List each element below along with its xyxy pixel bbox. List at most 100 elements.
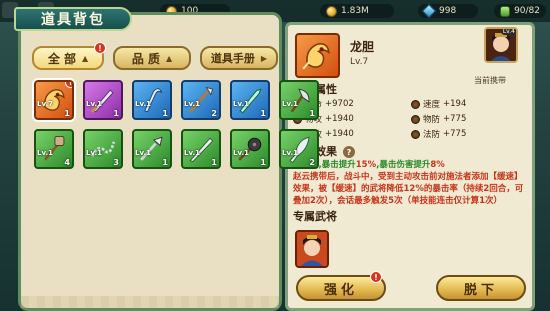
inventory-slot[interactable]: Lv.1 1 xyxy=(132,80,172,120)
attribute-icon xyxy=(411,114,420,124)
bag-icon xyxy=(500,5,511,17)
inventory-slot[interactable]: Lv.1 1 xyxy=(230,80,270,120)
inventory-slot[interactable]: Lv.7 1! xyxy=(32,78,76,122)
carrier-hero-level: Lv.4 xyxy=(500,28,516,35)
attribute-label: 物防 xyxy=(423,115,441,125)
attribute-value: +1940 xyxy=(325,114,354,124)
slot-count: 1 xyxy=(309,109,315,118)
hero-portrait-icon xyxy=(297,232,327,266)
inventory-slot[interactable]: Lv.1 1 xyxy=(230,129,270,169)
unequip-button-label: 脱下 xyxy=(463,282,498,298)
effect-crit-value: 15% xyxy=(355,160,377,170)
slot-level: Lv.1 xyxy=(135,149,151,157)
slot-count: 2 xyxy=(309,158,315,167)
slot-level: Lv.1 xyxy=(282,100,298,108)
upgrade-button[interactable]: 强化 ! xyxy=(296,271,386,301)
detail-item-icon xyxy=(295,33,340,78)
slot-level: Lv.1 xyxy=(233,149,249,157)
tab-item-manual[interactable]: 道具手册 ▶ xyxy=(200,46,278,70)
attribute-value: +775 xyxy=(443,114,467,124)
attribute-icon xyxy=(411,129,420,139)
inventory-slot[interactable]: Lv.1 3 xyxy=(83,129,123,169)
slot-level: Lv.1 xyxy=(86,149,102,157)
copper-coin-icon xyxy=(326,5,337,17)
slot-new-badge: ! xyxy=(65,82,72,88)
chevron-up-icon: ▲ xyxy=(166,53,173,63)
attribute-list: 生命+9702速度+194物攻+1940物防+775法攻+1940法防+775 xyxy=(293,98,529,140)
inventory-slot[interactable]: Lv.1 1 xyxy=(279,80,319,120)
inventory-slot[interactable]: Lv.1 2 xyxy=(279,129,319,169)
carrier-label: 当前携带 xyxy=(474,76,506,85)
item-level: Lv.7 xyxy=(350,57,369,67)
help-icon[interactable]: ? xyxy=(343,146,355,158)
inventory-slot[interactable]: Lv.1 4 xyxy=(34,129,74,169)
slot-count: 1 xyxy=(211,158,217,167)
attribute-value: +1940 xyxy=(325,129,354,139)
inventory-slot[interactable]: Lv.1 1 xyxy=(181,129,221,169)
slot-count: 4 xyxy=(64,158,70,167)
slot-count: 2 xyxy=(211,109,217,118)
slot-level: Lv.1 xyxy=(282,149,298,157)
attribute-value: +9702 xyxy=(325,99,354,109)
attribute-icon xyxy=(411,99,420,109)
effect-line-2: 赵云携带后，战斗中，受到主动攻击前对施法者添加【缓速】效果，被【缓速】的武将降低… xyxy=(293,172,524,206)
resource-2-value: 1.83M xyxy=(341,6,369,16)
item-detail-panel: 龙胆 Lv.7 Lv.4 当前携带 基础属性 生命+9702速度+194物攻+1… xyxy=(285,22,535,311)
inventory-slot[interactable]: Lv.1 1 xyxy=(132,129,172,169)
panel-title: 道具背包 xyxy=(14,7,132,31)
slot-count: 1 xyxy=(162,158,168,167)
attribute-row: 物防 +775 xyxy=(411,113,529,125)
slot-count: 1 xyxy=(260,158,266,167)
slot-count: 1 xyxy=(162,109,168,118)
filter-tabs: 全 部 ▲ ! 品 质 ▲ 道具手册 ▶ xyxy=(32,42,278,70)
tab-all-badge: ! xyxy=(94,42,106,54)
carry-effect-text: 携带后,暴击提升15%,暴击伤害提升8% 赵云携带后，战斗中，受到主动攻击前对施… xyxy=(293,159,529,207)
slot-count: 1 xyxy=(260,109,266,118)
slot-level: Lv.1 xyxy=(184,100,200,108)
carrier-hero-avatar[interactable]: Lv.4 xyxy=(484,27,518,63)
effect-line-2-wrap: 赵云携带后，战斗中，受到主动攻击前对施法者添加【缓速】效果，被【缓速】的武将降低… xyxy=(293,171,529,207)
attribute-value: +194 xyxy=(443,99,467,109)
slot-count: 1 xyxy=(64,109,70,118)
slot-level: Lv.1 xyxy=(86,100,102,108)
upgrade-badge: ! xyxy=(370,271,382,283)
unequip-button[interactable]: 脱下 xyxy=(436,275,526,301)
attribute-row: 法防 +775 xyxy=(411,128,529,140)
inventory-slot[interactable]: Lv.1 1 xyxy=(83,80,123,120)
exclusive-hero-title: 专属武将 xyxy=(293,210,337,223)
dragon-gall-icon xyxy=(302,43,330,70)
attribute-row: 速度 +194 xyxy=(411,98,529,110)
attribute-label: 速度 xyxy=(423,100,441,110)
chevron-up-icon: ▲ xyxy=(82,53,89,63)
slot-level: Lv.1 xyxy=(37,149,53,157)
tab-manual-label: 道具手册 xyxy=(210,52,255,65)
attribute-label: 法防 xyxy=(423,130,441,140)
gem-icon xyxy=(421,3,437,19)
exclusive-hero-avatar[interactable] xyxy=(295,230,329,268)
item-grid: Lv.7 1! Lv.1 1 Lv.1 1 Lv.1 2 Lv.1 1 Lv.1 1 Lv.1 4 Lv.1… xyxy=(32,78,319,169)
chevron-right-icon: ▶ xyxy=(260,53,268,63)
tab-all-label: 全 部 xyxy=(47,51,77,66)
slot-count: 3 xyxy=(113,158,119,167)
effect-line-1: 携带后,暴击提升15%,暴击伤害提升8% xyxy=(293,159,529,171)
slot-level: Lv.1 xyxy=(135,100,151,108)
slot-level: Lv.1 xyxy=(184,149,200,157)
slot-level: Lv.1 xyxy=(233,100,249,108)
effect-part-c: ,暴击伤害提升 xyxy=(376,160,431,170)
bag-capacity-value: 90/82 xyxy=(514,6,540,16)
tab-quality-label: 品 质 xyxy=(131,51,161,66)
effect-critdmg-value: 8% xyxy=(430,160,445,170)
tab-all[interactable]: 全 部 ▲ ! xyxy=(32,42,106,70)
inventory-slot[interactable]: Lv.1 2 xyxy=(181,80,221,120)
slot-level: Lv.7 xyxy=(37,100,53,108)
item-name: 龙胆 xyxy=(350,40,375,54)
bag-capacity: 90/82 xyxy=(494,4,546,18)
resource-2: 1.83M xyxy=(320,4,394,18)
upgrade-button-label: 强化 xyxy=(323,282,358,298)
attribute-value: +775 xyxy=(443,129,467,139)
slot-count: 1 xyxy=(113,109,119,118)
resource-3: 998 xyxy=(418,3,478,19)
resource-3-value: 998 xyxy=(439,6,457,16)
panel-border-pattern xyxy=(21,296,279,308)
tab-quality[interactable]: 品 质 ▲ xyxy=(113,46,191,70)
